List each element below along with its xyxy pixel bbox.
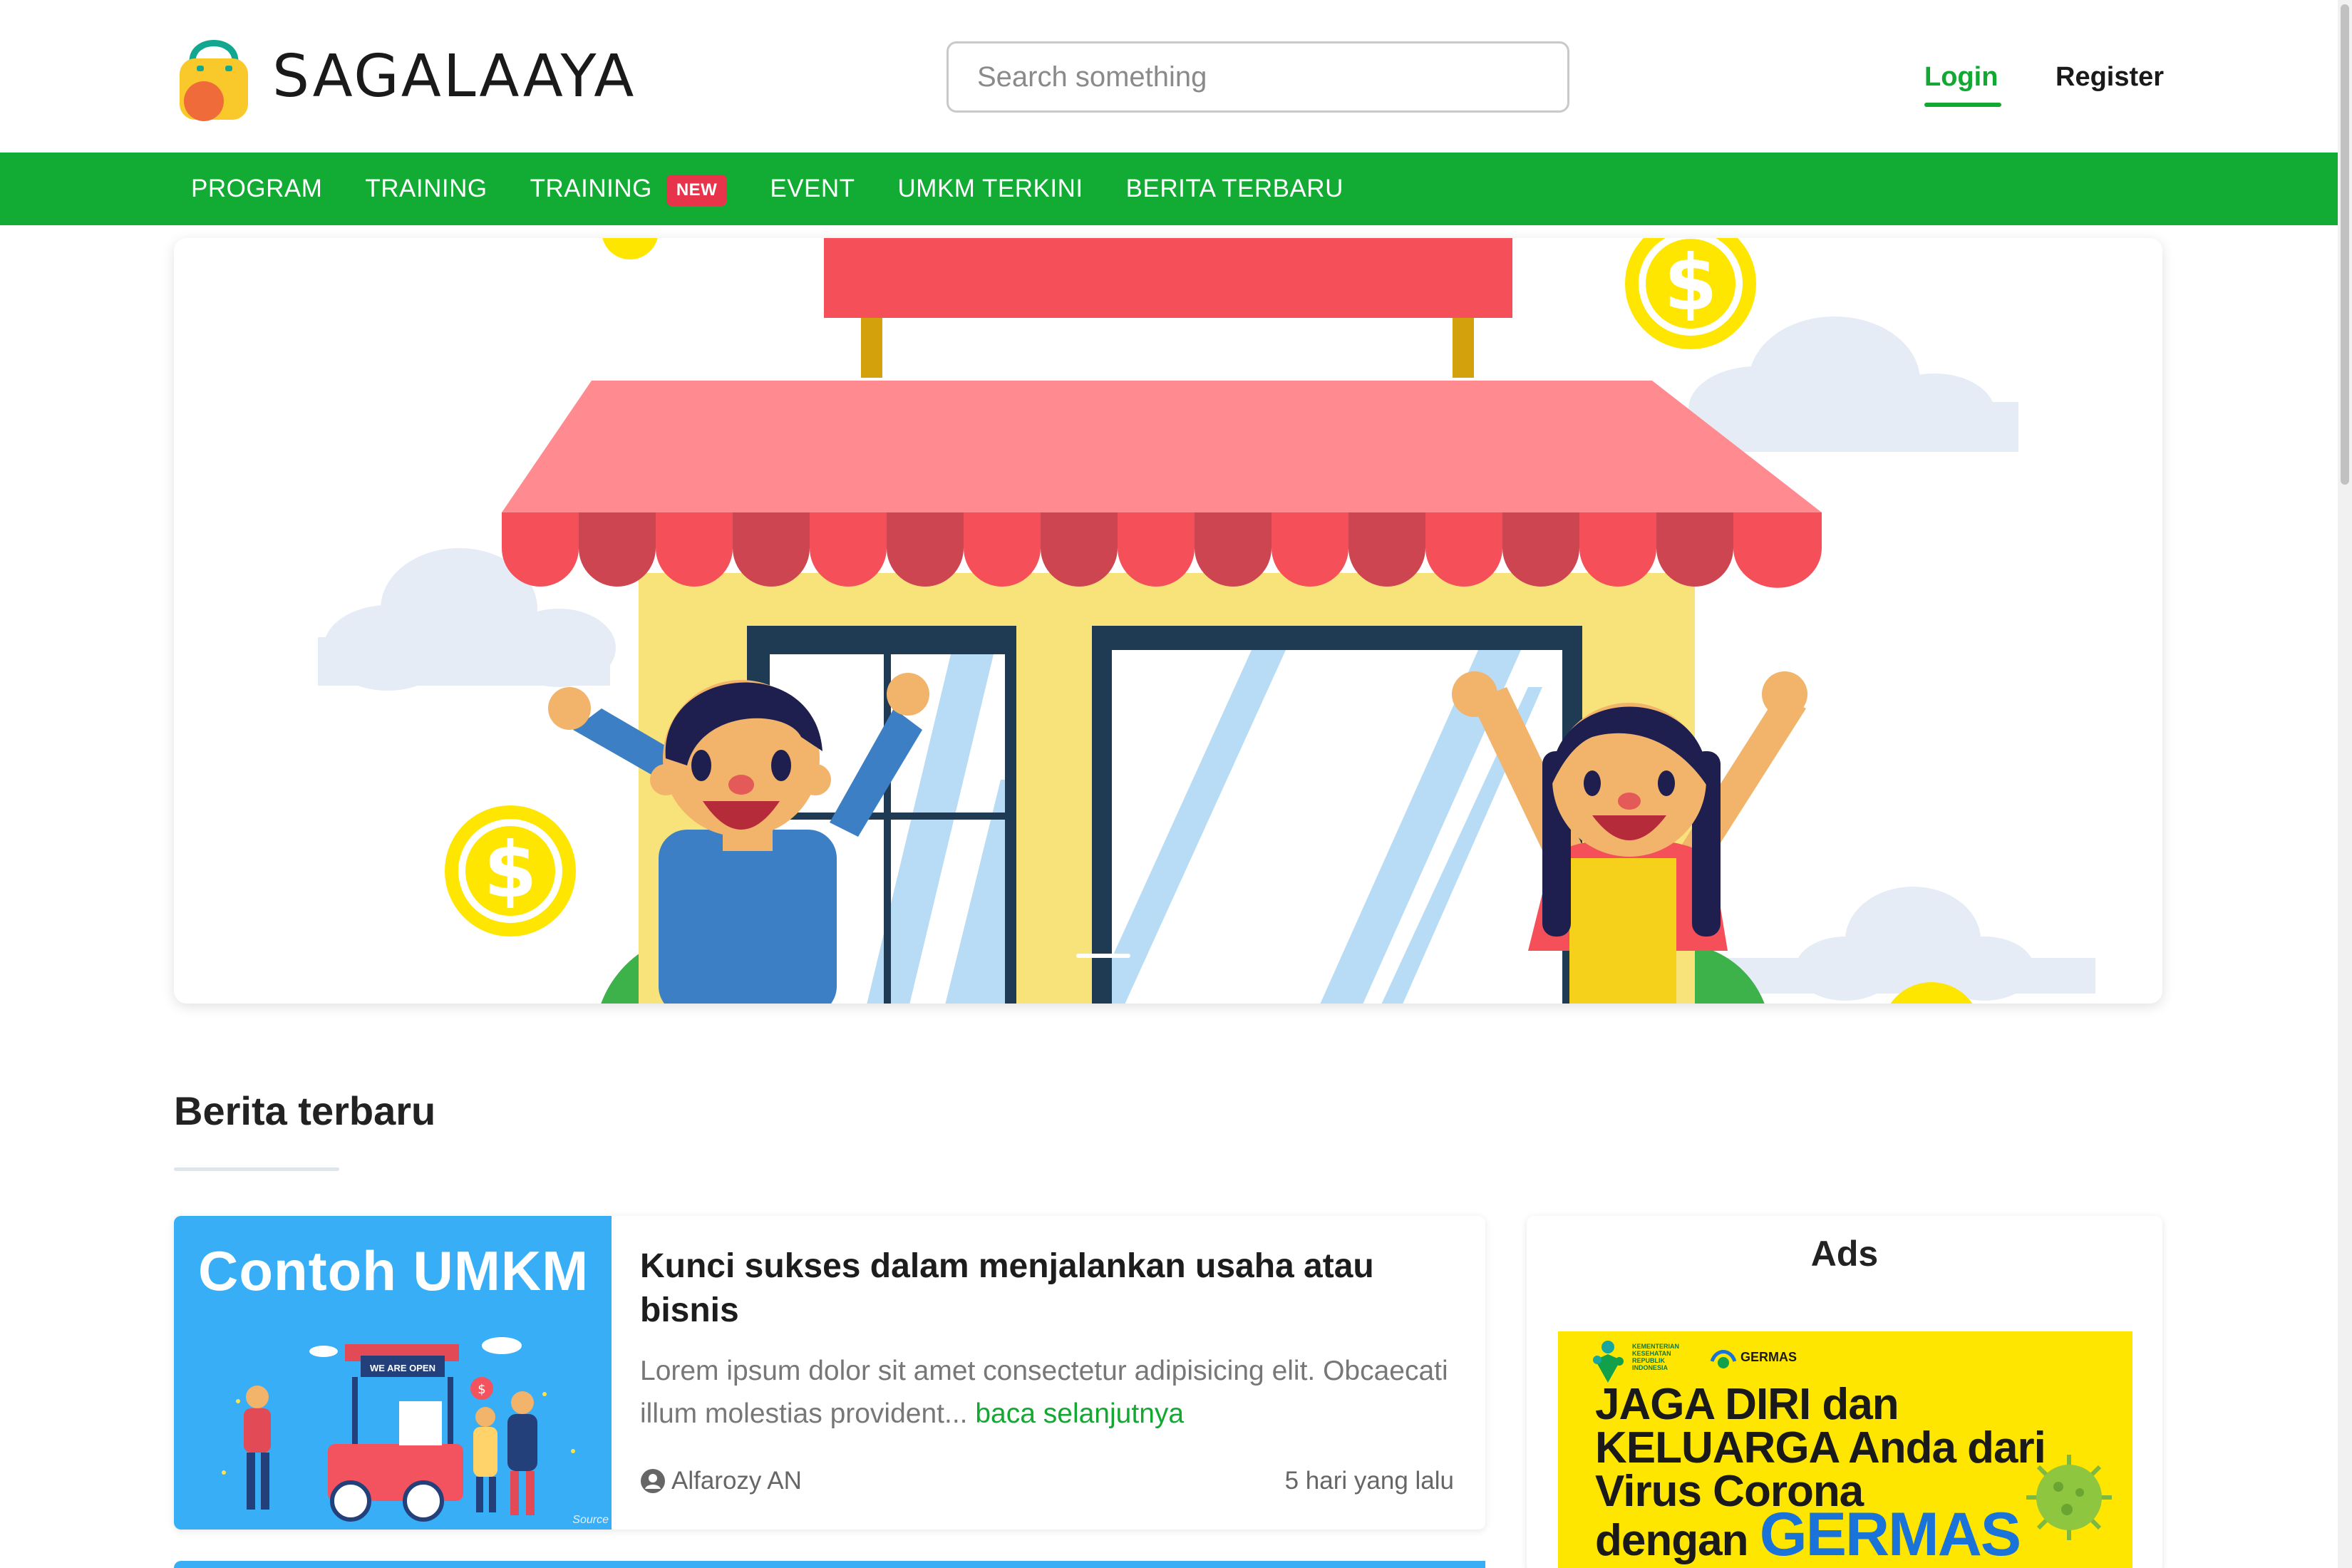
- article-author: Alfarozy AN: [640, 1467, 802, 1495]
- site-header: SAGALAAYA Login Register: [0, 0, 2338, 153]
- germas-logo-icon: [1710, 1350, 1737, 1368]
- virus-icon: [2026, 1455, 2112, 1540]
- nav-item-berita-terbaru[interactable]: BERITA TERBARU: [1126, 175, 1343, 203]
- article-time: 5 hari yang lalu: [1284, 1467, 1454, 1495]
- kemenkes-logo-icon: [1593, 1341, 1624, 1383]
- brand-logo[interactable]: SAGALAAYA: [175, 30, 636, 123]
- author-name: Alfarozy AN: [671, 1467, 802, 1495]
- ad-line-4-text: dengan: [1595, 1516, 1748, 1565]
- thumbnail-source: Source: [572, 1514, 609, 1526]
- ad-highlight: GERMAS: [1759, 1500, 2021, 1568]
- svg-text:$: $: [1664, 239, 1717, 328]
- article-card[interactable]: Contoh UMKM WE ARE OPEN $ Source Kunci s…: [174, 1216, 1485, 1530]
- brand-name: SAGALAAYA: [272, 42, 636, 110]
- scrollbar-thumb[interactable]: [2341, 4, 2349, 485]
- nav-item-training-new[interactable]: TRAINING NEW: [530, 172, 728, 206]
- shopping-bag-icon: [180, 40, 248, 121]
- ad-line-2: KELUARGA Anda dari: [1595, 1423, 2046, 1472]
- nav-item-label: TRAINING: [530, 175, 652, 202]
- nav-item-event[interactable]: EVENT: [770, 175, 855, 203]
- nav-items: PROGRAM TRAINING TRAINING NEW EVENT UMKM…: [191, 153, 1386, 225]
- ads-title: Ads: [1810, 1234, 1879, 1274]
- ad-logo-text: GERMAS: [1740, 1350, 1797, 1364]
- section-divider: [174, 1167, 339, 1171]
- article-excerpt: Lorem ipsum dolor sit amet consectetur a…: [640, 1350, 1453, 1435]
- user-avatar-icon: [641, 1469, 665, 1493]
- nav-item-umkm-terkini[interactable]: UMKM TERKINI: [898, 175, 1083, 203]
- section-title: Berita terbaru: [174, 1088, 436, 1133]
- carousel-indicator-active: [1076, 954, 1130, 958]
- svg-text:$: $: [483, 826, 537, 915]
- ad-org-name: KEMENTERIAN KESEHATAN REPUBLIK INDONESIA: [1632, 1343, 1680, 1371]
- read-more-link[interactable]: baca selanjutnya: [975, 1398, 1184, 1429]
- ads-panel: Ads KEMENTERIAN KESEHATAN REPUBLIK INDON…: [1527, 1216, 2162, 1568]
- article-title[interactable]: Kunci sukses dalam menjalankan usaha ata…: [640, 1244, 1453, 1333]
- search-input[interactable]: [947, 41, 1569, 113]
- new-badge: NEW: [666, 175, 728, 206]
- svg-text:WE ARE OPEN: WE ARE OPEN: [370, 1363, 435, 1373]
- hero-carousel[interactable]: $ $: [174, 238, 2162, 1004]
- article-thumbnail[interactable]: Contoh UMKM WE ARE OPEN $ Source: [174, 1216, 612, 1530]
- hero-illustration: $ $: [174, 238, 2162, 1004]
- food-cart-illustration: WE ARE OPEN $: [222, 1337, 575, 1522]
- awning-scallops: [502, 512, 1822, 588]
- page-scrollbar[interactable]: [2338, 0, 2352, 1568]
- ad-headline: JAGA DIRI dan KELUARGA Anda dari Virus C…: [1595, 1380, 2046, 1566]
- nav-item-program[interactable]: PROGRAM: [191, 175, 322, 203]
- ad-line-1: JAGA DIRI dan: [1595, 1380, 1899, 1429]
- ad-banner[interactable]: KEMENTERIAN KESEHATAN REPUBLIK INDONESIA…: [1558, 1331, 2132, 1568]
- main-nav: PROGRAM TRAINING TRAINING NEW EVENT UMKM…: [0, 153, 2338, 225]
- nav-item-training[interactable]: TRAINING: [365, 175, 487, 203]
- login-link[interactable]: Login: [1924, 41, 1998, 113]
- login-active-indicator: [1924, 103, 2001, 107]
- ad-line-4: dengan GERMAS: [1595, 1504, 2046, 1565]
- svg-text:$: $: [478, 1382, 485, 1397]
- register-link[interactable]: Register: [2056, 41, 2164, 113]
- next-article-card-edge: [174, 1561, 1485, 1568]
